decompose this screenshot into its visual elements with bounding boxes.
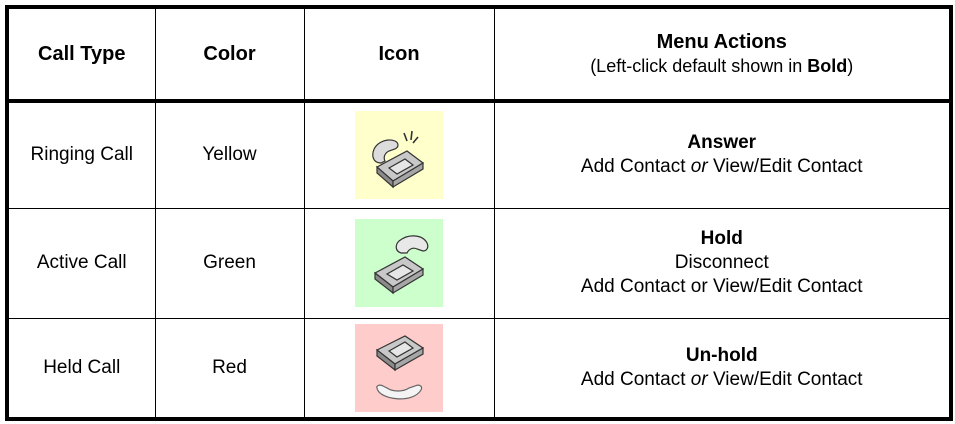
call-types-table: Call Type Color Icon Menu Actions (Left-…: [5, 5, 953, 421]
color-cell: Red: [154, 317, 305, 420]
active-phone-icon: [355, 219, 443, 307]
header-row: Call Type Color Icon Menu Actions (Left-…: [6, 6, 952, 103]
ringing-phone-icon: [355, 111, 443, 200]
or-text: or: [690, 368, 708, 390]
contact-action[interactable]: Add Contact or View/Edit Contact: [495, 275, 950, 299]
header-color: Color: [154, 6, 305, 103]
subtitle-bold: Bold: [807, 56, 848, 76]
header-icon: Icon: [303, 6, 495, 103]
call-type-cell: Ringing Call: [6, 100, 156, 209]
add-contact-action[interactable]: Add Contact: [581, 369, 691, 390]
disconnect-action[interactable]: Disconnect: [495, 251, 950, 275]
header-menu-actions-subtitle: (Left-click default shown in Bold): [495, 54, 950, 78]
action-contact: Add Contact or View/Edit Contact: [495, 368, 950, 392]
default-action-answer[interactable]: Answer: [495, 131, 950, 155]
header-call-type: Call Type: [6, 6, 156, 103]
default-action-unhold[interactable]: Un-hold: [495, 344, 950, 368]
table-row: Ringing Call Yellow Answer Add Contact o…: [6, 100, 952, 209]
table-row: Held Call Red Un-hold Add Contact or Vie…: [6, 317, 952, 420]
menu-actions-cell: Hold Disconnect Add Contact or View/Edit…: [493, 207, 952, 319]
held-phone-icon: [355, 323, 443, 412]
view-edit-contact-action[interactable]: View/Edit Contact: [708, 156, 863, 177]
table-row: Active Call Green Hold Disconnect Add Co…: [6, 207, 952, 319]
color-cell: Yellow: [154, 100, 305, 209]
add-contact-action[interactable]: Add Contact: [581, 156, 691, 177]
menu-actions-cell: Un-hold Add Contact or View/Edit Contact: [493, 317, 952, 420]
subtitle-prefix: (Left-click default shown in: [590, 56, 808, 76]
icon-cell: [303, 100, 495, 209]
call-type-cell: Active Call: [6, 207, 156, 319]
or-text: or: [690, 156, 708, 178]
view-edit-contact-action[interactable]: View/Edit Contact: [708, 369, 863, 390]
subtitle-suffix: ): [847, 56, 854, 76]
icon-cell: [303, 317, 495, 420]
call-type-cell: Held Call: [6, 317, 156, 420]
action-contact: Add Contact or View/Edit Contact: [495, 155, 950, 179]
icon-cell: [303, 207, 495, 319]
default-action-hold[interactable]: Hold: [495, 227, 950, 251]
header-menu-actions-title: Menu Actions: [656, 31, 787, 53]
header-menu-actions: Menu Actions (Left-click default shown i…: [493, 6, 952, 103]
color-cell: Green: [154, 207, 305, 319]
menu-actions-cell: Answer Add Contact or View/Edit Contact: [493, 100, 952, 209]
